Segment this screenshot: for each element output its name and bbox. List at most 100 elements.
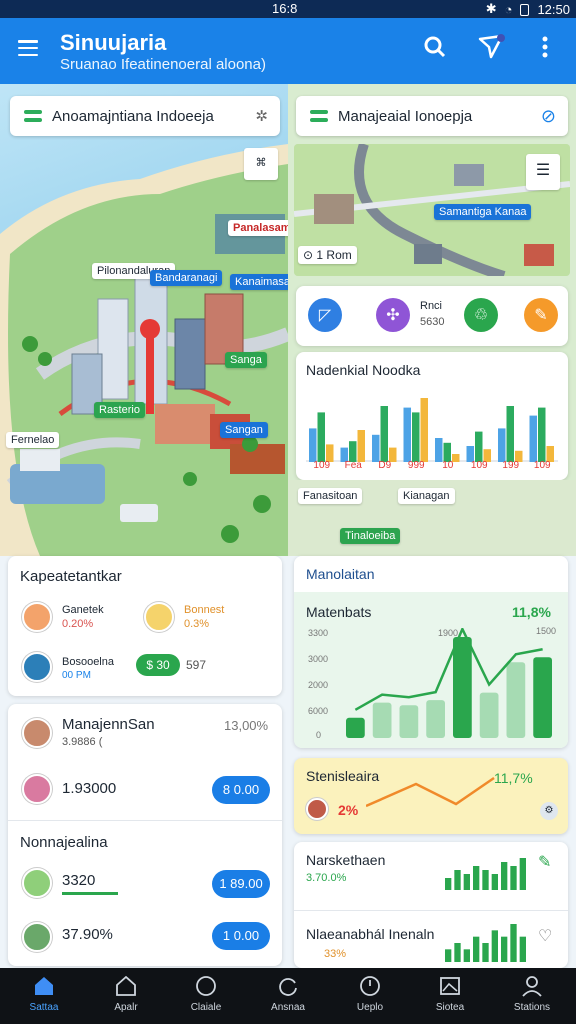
trend-line	[366, 776, 495, 808]
chart-bar	[533, 657, 552, 738]
avatar[interactable]	[22, 652, 52, 682]
hamburger-menu-icon[interactable]	[18, 40, 38, 56]
quick-actions-card: ◸ ✣ Rnci 5630 ♲ ✎	[296, 286, 568, 346]
y-label: 3300	[308, 628, 329, 638]
card-sub: 3.9886 (	[62, 736, 103, 748]
heart-icon[interactable]: ♡	[538, 926, 552, 946]
chart-bar	[482, 870, 489, 890]
nav-sites[interactable]: Siotea	[420, 974, 480, 1013]
avatar[interactable]	[22, 922, 52, 952]
edit-icon[interactable]: ✎	[538, 852, 551, 872]
lower-map-strip[interactable]: Fanasitoan Tinaloeiba Kianagan	[288, 480, 576, 556]
search-circle-icon	[194, 974, 218, 998]
mini-map-label[interactable]: Samantiga Kanaa	[434, 204, 532, 220]
chart-bar	[519, 936, 526, 962]
pin-icon[interactable]: ⊘	[541, 106, 556, 127]
avatar[interactable]	[22, 774, 52, 804]
map-tag[interactable]: Kanaimasa	[230, 274, 288, 290]
user-sub: 0.3%	[184, 618, 210, 630]
search-icon[interactable]	[420, 32, 450, 62]
map-tag[interactable]: Kianagan	[398, 488, 455, 504]
mini-bar-chart	[445, 858, 526, 890]
chart-bar	[501, 862, 508, 890]
mini-map-time: ⊙ 1 Rom	[298, 246, 357, 264]
chart-bar	[317, 412, 325, 462]
stat-title: Nlaeanabhál Inenaln	[306, 926, 435, 942]
chart-bar	[403, 407, 411, 462]
settings-icon[interactable]: ⚙	[540, 802, 558, 820]
quick-label-top: Rnci	[420, 300, 443, 312]
battery-icon	[520, 4, 530, 16]
left-search-bar[interactable]: Anoamajntiana Indoeeja ✲	[10, 96, 280, 136]
map-filter-button[interactable]: ☰	[526, 154, 560, 190]
stat-sub: 3.70.0%	[306, 872, 347, 884]
chart-pct: 11,8%	[512, 604, 551, 620]
x-tick-label: 199	[502, 460, 520, 471]
avatar[interactable]	[22, 602, 52, 632]
map-tag[interactable]: Fernelao	[6, 432, 60, 448]
map-tag[interactable]: Rasterio	[94, 402, 145, 418]
map-tag[interactable]: Sangan	[220, 422, 268, 438]
right-search-text: Manajeaial Ionoepja	[338, 107, 473, 125]
map-tag[interactable]: Tinaloeiba	[340, 528, 401, 544]
chart-bar	[309, 428, 317, 462]
stat-sub: 33%	[324, 948, 347, 960]
chart-bar	[506, 662, 526, 738]
row-action-button[interactable]: 8 0.00	[212, 776, 270, 804]
nav-label: Ueplo	[356, 1002, 384, 1013]
nav-updates[interactable]: Ueplo	[340, 974, 400, 1013]
row-value: 37.90%	[62, 926, 113, 943]
nav-stations[interactable]: Stations	[502, 974, 562, 1013]
avatar[interactable]	[144, 602, 174, 632]
chat-icon[interactable]: ✎	[524, 298, 558, 332]
map-tag[interactable]: Sanga	[225, 352, 267, 368]
navigation-icon[interactable]: ◸	[308, 298, 342, 332]
user-sub: 00 PM	[62, 670, 91, 681]
balance-pill[interactable]: $ 30	[136, 654, 180, 676]
map-tag[interactable]: Bandaranagi	[150, 270, 223, 286]
chart-bar	[538, 407, 546, 462]
avatar[interactable]	[22, 868, 52, 898]
chart-bar	[482, 943, 489, 962]
send-icon[interactable]	[476, 32, 506, 62]
map-tag[interactable]: Fanasitoan	[298, 488, 363, 504]
route-icon[interactable]: ✣	[376, 298, 410, 332]
nav-circle[interactable]: Claiale	[176, 974, 236, 1013]
chart-bar	[510, 924, 517, 962]
chart-bar	[357, 430, 365, 462]
map-tag[interactable]: Panalasamanasan	[228, 220, 288, 236]
recycle-icon[interactable]: ♲	[464, 298, 498, 332]
nav-analytics[interactable]: Ansnaa	[258, 974, 318, 1013]
nav-apps[interactable]: Apalr	[96, 974, 156, 1013]
city-map-left[interactable]: Anoamajntiana Indoeeja ✲ ⌘ Panalasamanas…	[0, 84, 288, 556]
refresh-icon	[276, 974, 300, 998]
right-search-bar[interactable]: Manajeaial Ionoepja ⊘	[296, 96, 568, 136]
nav-label: Stations	[513, 1002, 551, 1013]
app-bar: Sinuujaria Sruanao Ifeatinenoeral aloona…	[0, 18, 576, 84]
nav-home[interactable]: Sattaa	[14, 974, 74, 1013]
trend-pct: 11,7%	[494, 770, 533, 786]
nav-label: Apalr	[114, 1002, 138, 1013]
mini-bar-chart	[445, 924, 526, 962]
chart-bar	[473, 866, 480, 890]
row-action-button[interactable]: 1 89.00	[212, 870, 270, 898]
chart-bar	[463, 949, 470, 962]
right-mini-map[interactable]: Samantiga Kanaa ⊙ 1 Rom ☰	[294, 144, 570, 276]
row-action-button[interactable]: 1 0.00	[212, 922, 270, 950]
app-title: Sinuujaria	[60, 30, 167, 55]
map-layers-button[interactable]: ⌘	[244, 148, 278, 180]
more-vert-icon[interactable]	[530, 32, 560, 62]
chart-bar	[346, 717, 365, 738]
section-title: Nonnajealina	[20, 834, 108, 851]
chart-bar	[519, 858, 526, 890]
chart-bar	[445, 878, 452, 890]
stats-card: Manolaitan Matenbats 11,8% 3300 3000 200…	[294, 556, 568, 748]
y-label: 2000	[308, 680, 329, 690]
chart-bar	[473, 936, 480, 962]
avatar[interactable]	[22, 718, 52, 748]
bar-chart	[306, 398, 558, 462]
chart-bar	[349, 441, 357, 462]
avatar[interactable]	[306, 798, 328, 820]
gear-icon[interactable]: ✲	[255, 107, 268, 125]
chart-bar	[454, 943, 461, 962]
